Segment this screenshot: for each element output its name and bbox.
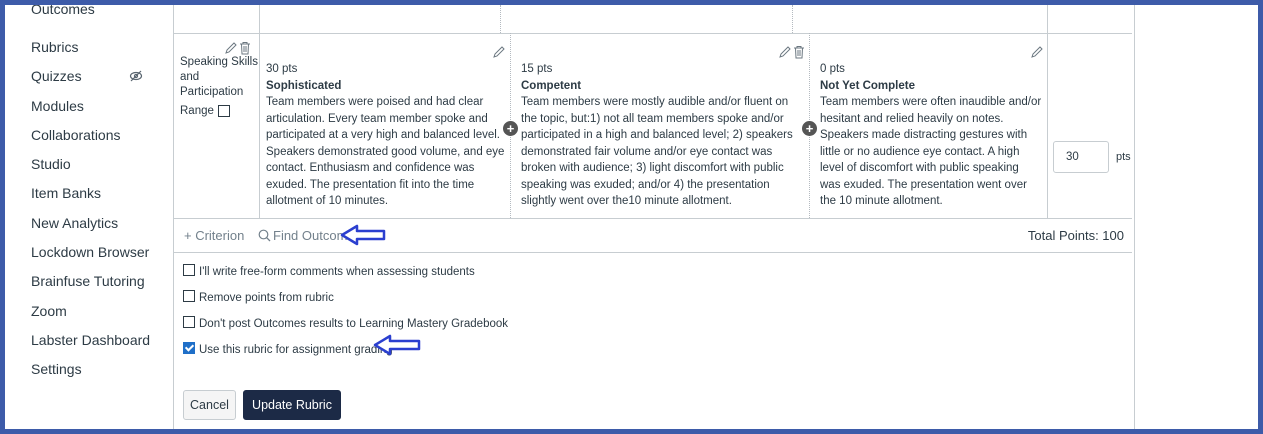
remove-points-checkbox[interactable]: [183, 290, 195, 302]
rubric-footer-row: + Criterion Find Outcome Total Points: 1…: [174, 219, 1132, 253]
previous-criterion-row: [174, 5, 1132, 34]
edit-rating-pencil-icon[interactable]: [492, 45, 506, 59]
criterion-row: Speaking Skills and Participation Range …: [174, 33, 1132, 219]
cancel-button[interactable]: Cancel: [183, 390, 236, 420]
rating-sophisticated: 30 pts Sophisticated Team members were p…: [266, 61, 506, 210]
annotation-arrow-icon: [340, 224, 386, 246]
rating-description: Team members were mostly audible and/or …: [521, 96, 793, 207]
nav-item-lockdown-browser[interactable]: Lockdown Browser: [31, 244, 149, 260]
rating-description: Team members were poised and had clear a…: [266, 96, 505, 207]
add-rating-plus-icon[interactable]: +: [802, 121, 817, 136]
rating-not-yet-complete: 0 pts Not Yet Complete Team members were…: [820, 61, 1042, 210]
criterion-points-input[interactable]: 30: [1053, 141, 1109, 173]
nav-item-studio[interactable]: Studio: [31, 156, 71, 172]
option-dont-post-outcomes[interactable]: Don't post Outcomes results to Learning …: [183, 316, 508, 330]
rating-points: 30 pts: [266, 63, 298, 75]
nav-item-new-analytics[interactable]: New Analytics: [31, 215, 118, 231]
option-remove-points[interactable]: Remove points from rubric: [183, 290, 334, 304]
add-criterion-button[interactable]: + Criterion: [184, 228, 244, 243]
hidden-eye-icon: [129, 70, 143, 82]
update-rubric-button[interactable]: Update Rubric: [243, 390, 341, 420]
rating-title: Sophisticated: [266, 79, 342, 92]
course-nav-sidebar: Outcomes Rubrics Quizzes Modules Collabo…: [5, 5, 165, 429]
edit-rating-pencil-icon[interactable]: [778, 45, 792, 59]
nav-item-modules[interactable]: Modules: [31, 98, 84, 114]
option-label: I'll write free-form comments when asses…: [199, 266, 475, 278]
nav-item-item-banks[interactable]: Item Banks: [31, 185, 101, 201]
free-form-comments-checkbox[interactable]: [183, 264, 195, 276]
nav-item-quizzes[interactable]: Quizzes: [31, 68, 82, 84]
option-label: Don't post Outcomes results to Learning …: [199, 318, 509, 330]
option-label: Use this rubric for assignment grading: [199, 344, 393, 356]
dont-post-outcomes-checkbox[interactable]: [183, 316, 195, 328]
option-label: Remove points from rubric: [199, 292, 334, 304]
rating-points: 15 pts: [521, 63, 553, 75]
nav-item-settings[interactable]: Settings: [31, 361, 82, 377]
nav-item-rubrics[interactable]: Rubrics: [31, 39, 78, 55]
use-for-grading-checkbox[interactable]: [183, 342, 195, 354]
rating-title: Competent: [521, 79, 582, 92]
rating-competent: 15 pts Competent Team members were mostl…: [521, 61, 805, 210]
annotation-arrow-icon: [373, 334, 421, 356]
delete-criterion-trash-icon[interactable]: [239, 41, 251, 55]
delete-rating-trash-icon[interactable]: [793, 45, 805, 59]
nav-item-brainfuse-tutoring[interactable]: Brainfuse Tutoring: [31, 273, 145, 289]
range-checkbox[interactable]: [217, 104, 230, 117]
option-free-form-comments[interactable]: I'll write free-form comments when asses…: [183, 264, 475, 278]
rating-points: 0 pts: [820, 63, 845, 75]
option-use-for-grading[interactable]: Use this rubric for assignment grading: [183, 342, 393, 356]
nav-item-zoom[interactable]: Zoom: [31, 303, 67, 319]
add-rating-plus-icon[interactable]: +: [503, 121, 518, 136]
rating-title: Not Yet Complete: [820, 79, 915, 92]
nav-item-labster-dashboard[interactable]: Labster Dashboard: [31, 332, 150, 348]
total-points: Total Points: 100: [1027, 228, 1124, 243]
rating-description: Team members were often inaudible and/or…: [820, 96, 1042, 207]
search-icon: [258, 229, 271, 242]
edit-criterion-pencil-icon[interactable]: [224, 41, 238, 55]
criterion-description: Speaking Skills and Participation Range: [180, 55, 258, 119]
rubric-editor: Speaking Skills and Participation Range …: [173, 5, 1135, 429]
range-toggle[interactable]: Range: [180, 104, 258, 119]
screenshot-frame: Outcomes Rubrics Quizzes Modules Collabo…: [0, 0, 1263, 434]
range-label: Range: [180, 105, 214, 117]
nav-item-outcomes[interactable]: Outcomes: [31, 5, 95, 17]
criterion-points-unit: pts: [1116, 151, 1131, 163]
edit-rating-pencil-icon[interactable]: [1030, 45, 1044, 59]
criterion-description-text: Speaking Skills and Participation: [180, 56, 258, 98]
nav-item-collaborations[interactable]: Collaborations: [31, 127, 121, 143]
